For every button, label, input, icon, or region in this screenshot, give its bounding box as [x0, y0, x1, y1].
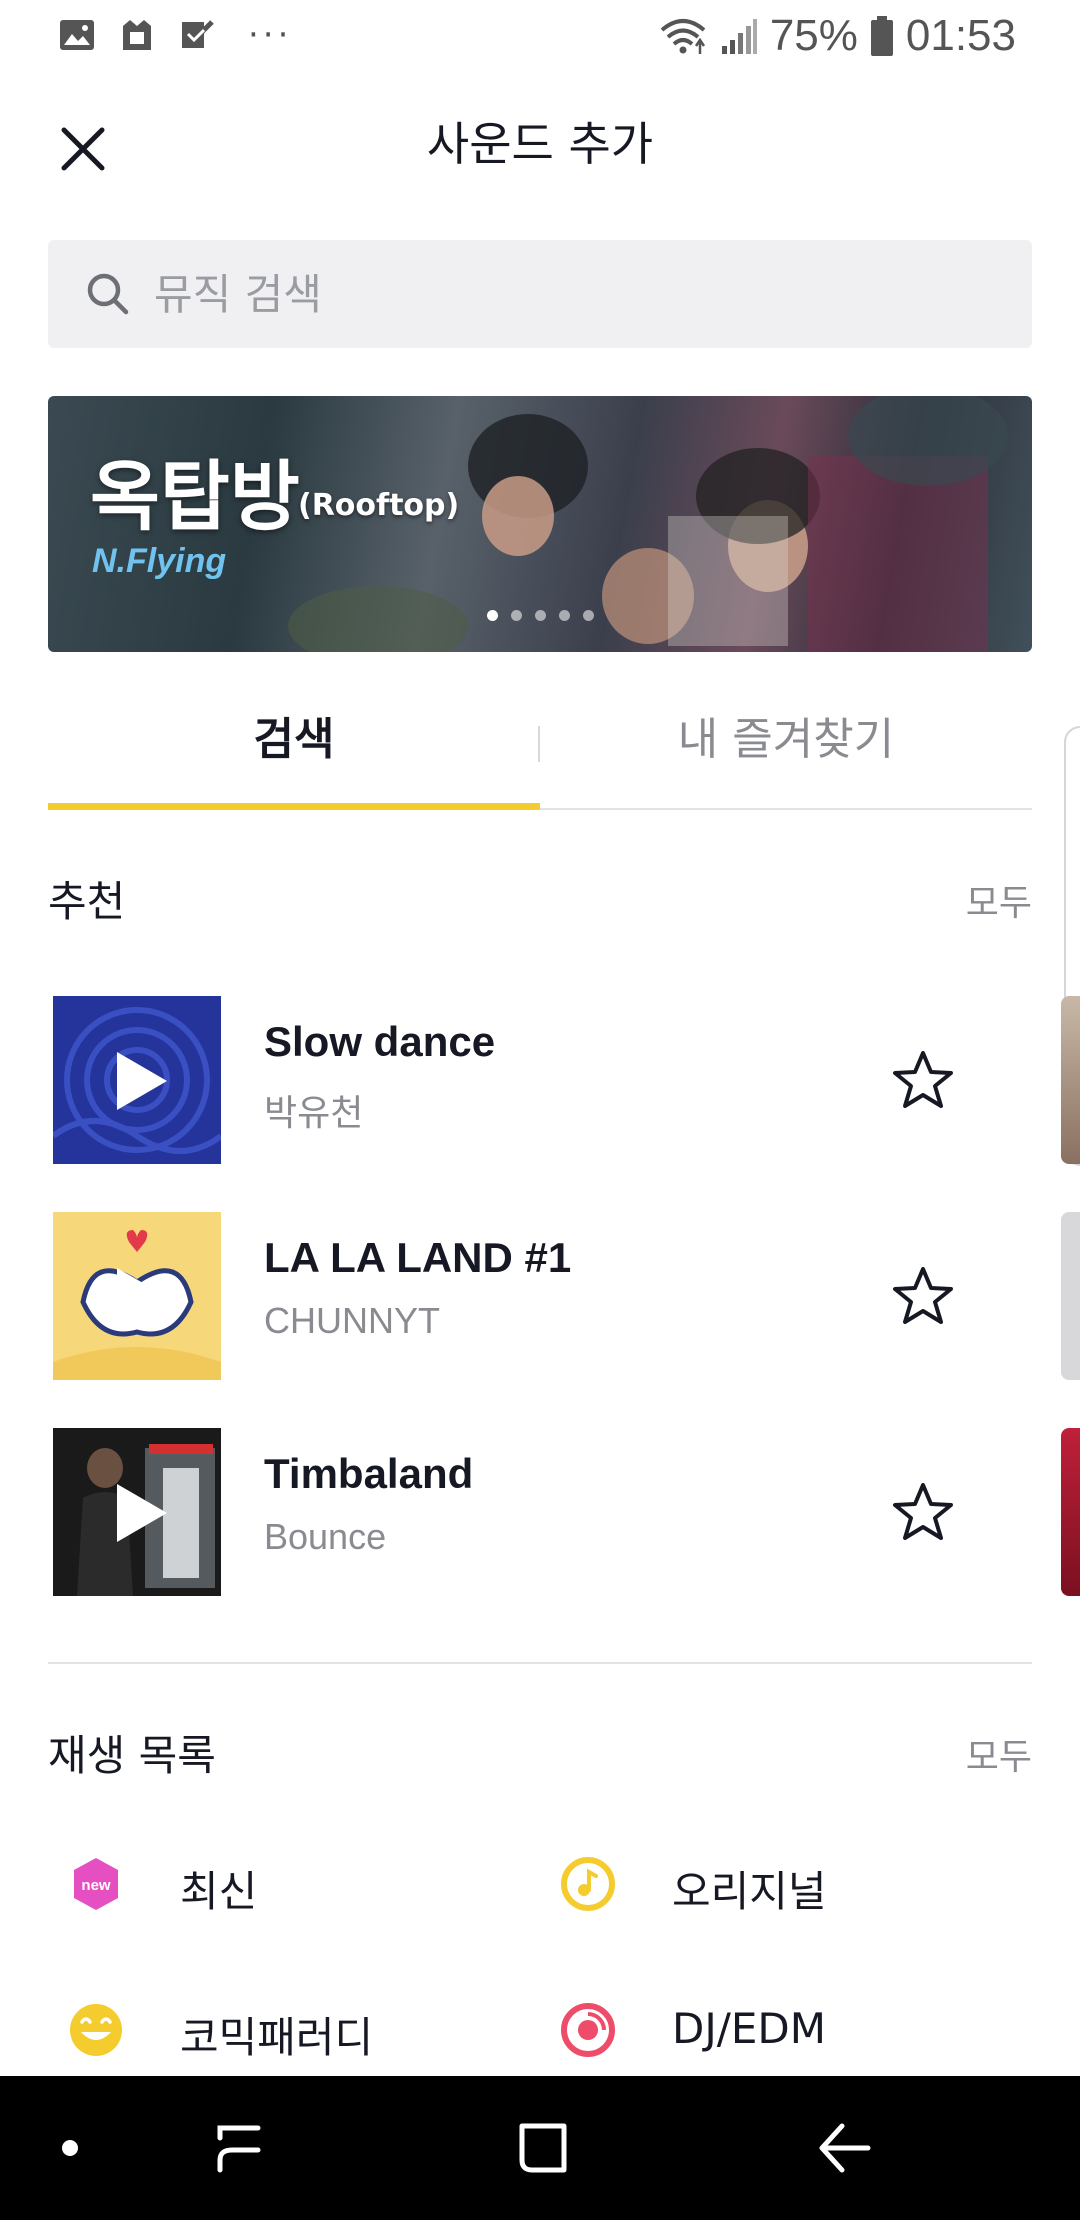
- see-all-recommended[interactable]: 모두: [966, 874, 1032, 926]
- search-bar[interactable]: [48, 240, 1032, 348]
- star-icon[interactable]: [890, 1048, 956, 1114]
- header: 사운드 추가: [0, 100, 1080, 190]
- tab-bar: 검색 내 즐겨찾기: [48, 690, 1032, 810]
- recent-dot-icon[interactable]: [38, 2116, 102, 2180]
- see-all-playlists[interactable]: 모두: [966, 1728, 1032, 1780]
- section-title-playlists: 재생 목록: [48, 1731, 216, 1780]
- back-icon[interactable]: [812, 2116, 876, 2180]
- pagination-dot: [582, 610, 594, 621]
- music-note-icon: [561, 1857, 615, 1911]
- tab-favorites[interactable]: 내 즐겨찾기: [540, 690, 1032, 810]
- smiley-icon: [70, 2004, 122, 2056]
- album-cover[interactable]: [53, 996, 221, 1164]
- song-row[interactable]: LA LA LAND #1 CHUNNYT: [48, 1212, 1032, 1382]
- song-title: LA LA LAND #1: [264, 1234, 572, 1281]
- battery-icon: [870, 16, 893, 56]
- playlist-item-original[interactable]: 오리지널: [540, 1844, 1000, 1924]
- clock: 01:53: [905, 11, 1016, 60]
- promo-banner[interactable]: 옥탑방 (Rooftop) N.Flying: [48, 396, 1032, 652]
- album-cover[interactable]: [53, 1428, 221, 1596]
- star-icon[interactable]: [890, 1264, 956, 1330]
- song-artist: Bounce: [264, 1516, 387, 1557]
- tab-indicator: [48, 803, 540, 810]
- home-icon[interactable]: [510, 2116, 574, 2180]
- banner-title: 옥탑방: [90, 452, 300, 541]
- more-notifications: ···: [248, 15, 293, 55]
- banner-artist: N.Flying: [92, 542, 227, 580]
- side-thumb: [1061, 996, 1080, 1164]
- playlist-item-latest[interactable]: new 최신: [48, 1844, 508, 1924]
- side-thumb: [1061, 1212, 1080, 1380]
- play-icon: [117, 1484, 167, 1542]
- song-row[interactable]: Slow dance 박유천: [48, 996, 1032, 1166]
- banner-pagination: [48, 610, 1032, 621]
- system-nav-bar: [0, 2076, 1080, 2220]
- new-badge-icon: new: [74, 1858, 118, 1910]
- recent-apps-icon[interactable]: [208, 2116, 272, 2180]
- song-title: Slow dance: [264, 1018, 496, 1065]
- star-icon[interactable]: [890, 1480, 956, 1546]
- wifi-icon: [660, 19, 706, 54]
- banner-subtitle: (Rooftop): [298, 488, 460, 523]
- album-cover[interactable]: [53, 1212, 221, 1380]
- battery-percent: 75%: [769, 11, 858, 60]
- checklist-icon: [182, 20, 214, 48]
- disc-icon: [561, 2003, 615, 2057]
- playlist-item-comic-parody[interactable]: 코믹패러디: [48, 1990, 508, 2070]
- pagination-dot: [558, 610, 570, 621]
- pagination-dot: [510, 610, 522, 621]
- side-thumb: [1061, 1428, 1080, 1596]
- playlist-label: 최신: [180, 1867, 258, 1916]
- search-icon: [87, 273, 129, 315]
- search-input[interactable]: [154, 240, 994, 348]
- playlist-label: 코믹패러디: [180, 2013, 374, 2062]
- tab-search[interactable]: 검색: [48, 690, 540, 810]
- pagination-dot: [534, 610, 546, 621]
- playlist-label: 오리지널: [672, 1867, 827, 1916]
- pagination-dot: [486, 610, 498, 621]
- playlist-item-dj-edm[interactable]: DJ/EDM: [540, 1990, 1000, 2070]
- song-artist: CHUNNYT: [264, 1300, 440, 1341]
- notification-icon: [123, 20, 151, 50]
- song-row[interactable]: Timbaland Bounce: [48, 1428, 1032, 1598]
- play-icon: [117, 1268, 167, 1326]
- play-icon: [117, 1052, 167, 1110]
- image-icon: [60, 20, 94, 50]
- page-title: 사운드 추가: [426, 117, 654, 171]
- signal-icon: [721, 19, 757, 54]
- section-title-recommended: 추천: [48, 877, 126, 926]
- svg-text:new: new: [81, 1877, 111, 1894]
- song-artist: 박유천: [264, 1092, 364, 1133]
- playlist-label: DJ/EDM: [672, 2004, 826, 2053]
- song-title: Timbaland: [264, 1450, 474, 1497]
- status-bar: ··· 75% 01:53: [0, 0, 1080, 72]
- section-divider: [48, 1662, 1032, 1664]
